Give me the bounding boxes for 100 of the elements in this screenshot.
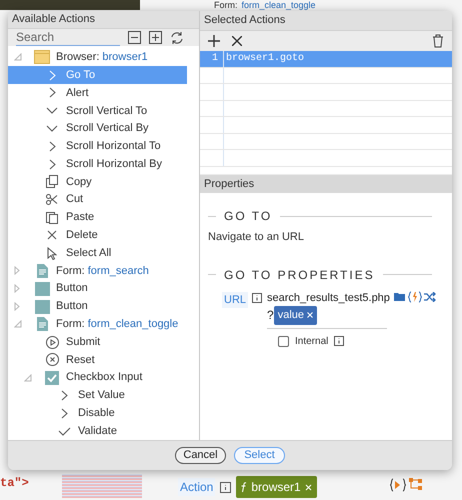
item-label: Scroll Horizontal By <box>66 156 162 172</box>
item-label: Button <box>56 299 88 314</box>
scissors-icon <box>46 194 58 206</box>
trash-icon[interactable] <box>432 34 444 48</box>
tree-item[interactable]: Set Value <box>8 386 199 404</box>
square-icon <box>34 282 50 296</box>
close-icon[interactable] <box>307 312 313 318</box>
remove-icon[interactable] <box>232 36 242 46</box>
tree-item[interactable]: Validate <box>8 422 199 440</box>
select-button[interactable]: Select <box>234 447 285 464</box>
tree-item[interactable]: Button <box>8 298 199 316</box>
tree-item[interactable]: Select All <box>8 244 199 262</box>
tree-item[interactable]: Disable <box>8 404 199 422</box>
item-name: form_search <box>88 264 149 279</box>
info-icon <box>220 482 232 492</box>
item-label: Set Value <box>78 388 125 404</box>
row-number: 1 <box>200 51 224 66</box>
section-title: GO TO PROPERTIES <box>224 266 375 284</box>
close-icon <box>47 230 57 240</box>
item-label: Validate <box>78 424 117 439</box>
chevron-right-icon <box>48 158 56 170</box>
tree-item[interactable]: Submit <box>8 333 199 352</box>
query-prefix: ? <box>267 307 274 324</box>
item-label: Submit <box>66 334 100 350</box>
tree-item[interactable]: Scroll Vertical To <box>8 102 199 120</box>
item-label: Copy <box>66 174 92 190</box>
info-icon <box>252 292 262 302</box>
chevron-right-icon <box>60 408 68 419</box>
tree-item[interactable]: Scroll Horizontal To <box>8 137 199 156</box>
form-label: Form: <box>214 0 238 10</box>
chevron-right-icon <box>48 87 56 98</box>
item-label: Form: <box>56 264 85 279</box>
info-icon <box>334 336 344 346</box>
internal-checkbox[interactable] <box>278 336 289 346</box>
tree-item[interactable]: Scroll Horizontal By <box>8 155 199 174</box>
document-icon <box>36 317 48 332</box>
tree-item[interactable]: Alert <box>8 84 199 102</box>
item-label: Checkbox Input <box>66 370 142 386</box>
flow-icon[interactable] <box>409 478 423 491</box>
item-label: Scroll Vertical To <box>66 104 148 118</box>
action-chip[interactable]: browser1 <box>236 476 317 498</box>
close-icon[interactable] <box>304 484 312 490</box>
cancel-button[interactable]: Cancel <box>175 447 226 464</box>
dynamic-data-icon[interactable] <box>408 290 422 302</box>
expand-all-icon[interactable] <box>149 31 162 44</box>
action-name: browser1.goto <box>225 52 306 66</box>
chevron-right-icon <box>48 140 56 152</box>
item-label: Reset <box>66 352 95 368</box>
tree-item[interactable]: Form: form_search <box>8 262 199 280</box>
tree-item[interactable]: Checkbox Input <box>8 368 199 387</box>
checked-box-icon <box>45 370 59 385</box>
tree-item[interactable]: Delete <box>8 226 199 244</box>
play-circle-icon <box>46 336 58 349</box>
item-label: Disable <box>78 406 115 422</box>
collapse-all-icon[interactable] <box>128 31 141 44</box>
item-name: browser1 <box>102 50 148 66</box>
tree-item[interactable]: Scroll Vertical By <box>8 120 199 138</box>
item-label: Browser: <box>56 50 100 66</box>
item-label: Form: <box>56 317 85 332</box>
item-label: Delete <box>66 228 98 244</box>
cursor-icon <box>47 246 57 260</box>
chevron-right-icon <box>60 390 68 401</box>
form-name: form_clean_toggle <box>242 0 316 10</box>
tree-item[interactable]: Form: form_clean_toggle <box>8 315 199 334</box>
refresh-icon[interactable] <box>170 30 184 45</box>
chevron-right-icon <box>48 70 56 81</box>
tree-item[interactable]: Browser: browser1 <box>8 48 199 66</box>
item-label: Button <box>56 281 88 296</box>
item-label: Scroll Horizontal To <box>66 139 161 154</box>
panel-title: Properties <box>204 176 254 192</box>
url-value[interactable]: search_results_test5.php <box>267 290 390 306</box>
copy-icon <box>46 175 58 188</box>
tree-item[interactable]: Copy <box>8 173 199 191</box>
action-label: Action <box>178 478 216 496</box>
chevron-down-icon <box>46 125 58 132</box>
item-label: Alert <box>66 86 89 101</box>
folder-icon[interactable] <box>394 292 406 302</box>
tree-item[interactable]: Button <box>8 280 199 298</box>
add-icon[interactable] <box>208 35 220 47</box>
panel-title: Available Actions <box>12 12 95 28</box>
square-icon <box>34 300 50 314</box>
item-label: Scroll Vertical By <box>66 121 149 136</box>
internal-label: Internal <box>295 334 328 348</box>
item-label: Paste <box>66 210 94 226</box>
item-label: Cut <box>66 192 84 208</box>
document-icon <box>36 264 48 278</box>
tree-item[interactable]: Reset <box>8 351 199 369</box>
query-chip[interactable]: value <box>274 306 317 324</box>
code-braces-icon[interactable] <box>390 478 406 492</box>
description: Navigate to an URL <box>208 230 305 245</box>
tree-item[interactable]: Paste <box>8 208 199 226</box>
url-label: URL <box>222 292 248 308</box>
browser-window-icon <box>34 50 50 64</box>
tree-item[interactable]: Cut <box>8 190 199 209</box>
section-title: GO TO <box>224 208 272 225</box>
close-circle-icon <box>46 353 58 366</box>
paste-icon <box>46 211 58 224</box>
item-name: form_clean_toggle <box>88 317 178 332</box>
function-icon <box>241 482 248 492</box>
shuffle-icon[interactable] <box>424 292 436 302</box>
